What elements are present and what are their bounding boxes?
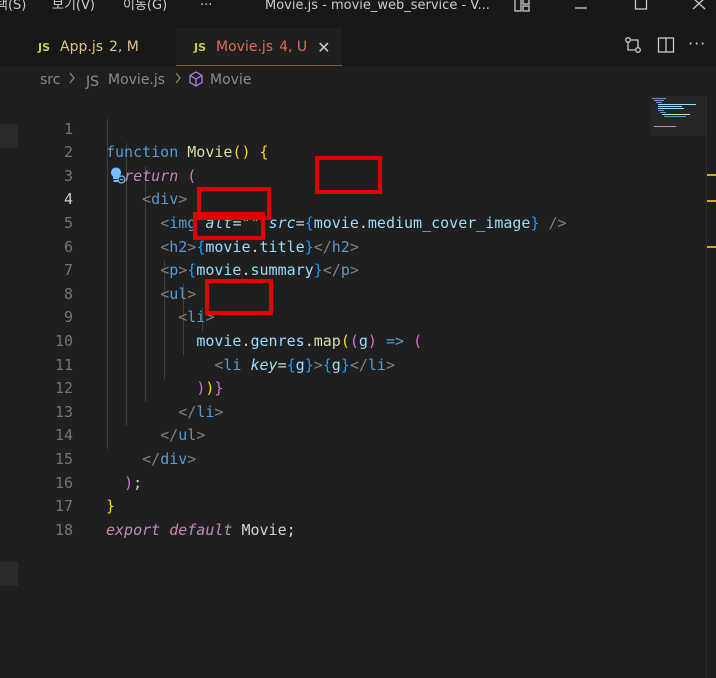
menu-view[interactable]: 보기(V) bbox=[52, 0, 95, 12]
code-line: 15 ); bbox=[0, 424, 640, 492]
menu-go[interactable]: 이동(G) bbox=[123, 0, 167, 12]
breadcrumb-file[interactable]: Movie.js bbox=[108, 72, 165, 88]
code-line: 8 <li> bbox=[0, 259, 640, 327]
overview-ruler-marker bbox=[707, 246, 716, 248]
line-number: 18 bbox=[54, 520, 73, 539]
vertical-scrollbar[interactable] bbox=[706, 96, 716, 678]
code-line: 12 </li> bbox=[0, 354, 640, 421]
tab-bar: JS App.js 2, M JS Movie.js 4, U ✕ ··· bbox=[0, 14, 716, 66]
code-editor[interactable]: 1 function Movie() { 2 return ( 3 <div> … bbox=[0, 96, 716, 678]
highlight-box bbox=[315, 156, 382, 194]
layout-icon[interactable] bbox=[514, 0, 530, 14]
code-token: Movie bbox=[241, 520, 287, 539]
js-file-icon: JS bbox=[194, 40, 207, 54]
breadcrumb-symbol[interactable]: Movie bbox=[210, 72, 251, 88]
chevron-right-icon bbox=[68, 72, 76, 88]
menu-more[interactable]: ··· bbox=[200, 0, 212, 12]
js-file-icon: JS bbox=[86, 74, 100, 90]
code-token: export bbox=[106, 520, 161, 539]
code-line: 1 function Movie() { bbox=[0, 94, 640, 162]
code-line: 6 <p>{movie.summary}</p> bbox=[0, 212, 640, 280]
code-line: 10 <li key={g}>{g}</li> bbox=[0, 306, 640, 374]
code-line: 18 bbox=[0, 495, 640, 539]
close-tab-icon[interactable]: ✕ bbox=[317, 38, 330, 57]
compare-changes-icon[interactable] bbox=[624, 36, 642, 58]
tab-label: Movie.js bbox=[216, 39, 274, 55]
title-bar: 택(S) 보기(V) 이동(G) ··· Movie.js - movie_we… bbox=[0, 0, 716, 14]
code-line: 14 </div> bbox=[0, 401, 640, 468]
tab-movie-js[interactable]: JS Movie.js 4, U ✕ bbox=[176, 28, 342, 66]
code-line: 16 } bbox=[0, 448, 640, 516]
highlight-box bbox=[193, 212, 265, 240]
tab-label: App.js bbox=[60, 39, 103, 55]
maximize-icon[interactable] bbox=[634, 0, 648, 14]
code-token: default bbox=[169, 520, 233, 539]
breadcrumb: src JS Movie.js Movie bbox=[0, 66, 716, 96]
code-line: 9 movie.genres.map((g) => ( bbox=[0, 283, 640, 350]
highlight-box bbox=[205, 279, 273, 315]
tab-status: 4, U bbox=[279, 39, 308, 55]
minimap[interactable] bbox=[650, 96, 706, 136]
minimize-icon[interactable] bbox=[574, 0, 588, 14]
symbol-component-icon bbox=[188, 71, 204, 91]
tab-status: 2, M bbox=[109, 39, 139, 55]
code-line: 17 export default Movie; bbox=[0, 472, 640, 539]
more-actions-icon[interactable]: ··· bbox=[688, 34, 706, 53]
lightbulb-icon[interactable] bbox=[108, 166, 126, 188]
menu-selection[interactable]: 택(S) bbox=[0, 0, 26, 12]
overview-ruler-marker bbox=[707, 174, 716, 176]
tab-app-js[interactable]: JS App.js 2, M bbox=[38, 28, 139, 66]
split-editor-icon[interactable] bbox=[657, 36, 675, 58]
overview-ruler-marker bbox=[707, 200, 716, 202]
code-line: 11 ))} bbox=[0, 330, 640, 398]
window-title: Movie.js - movie_web_service - V... bbox=[265, 0, 490, 13]
code-line: 13 </ul> bbox=[0, 377, 640, 445]
js-file-icon: JS bbox=[38, 40, 51, 54]
close-window-icon[interactable] bbox=[692, 0, 706, 14]
code-line: 2 return ( bbox=[0, 118, 640, 185]
breadcrumb-folder[interactable]: src bbox=[40, 72, 60, 88]
chevron-right-icon bbox=[174, 72, 182, 88]
code-line: 7 <ul> bbox=[0, 236, 640, 303]
